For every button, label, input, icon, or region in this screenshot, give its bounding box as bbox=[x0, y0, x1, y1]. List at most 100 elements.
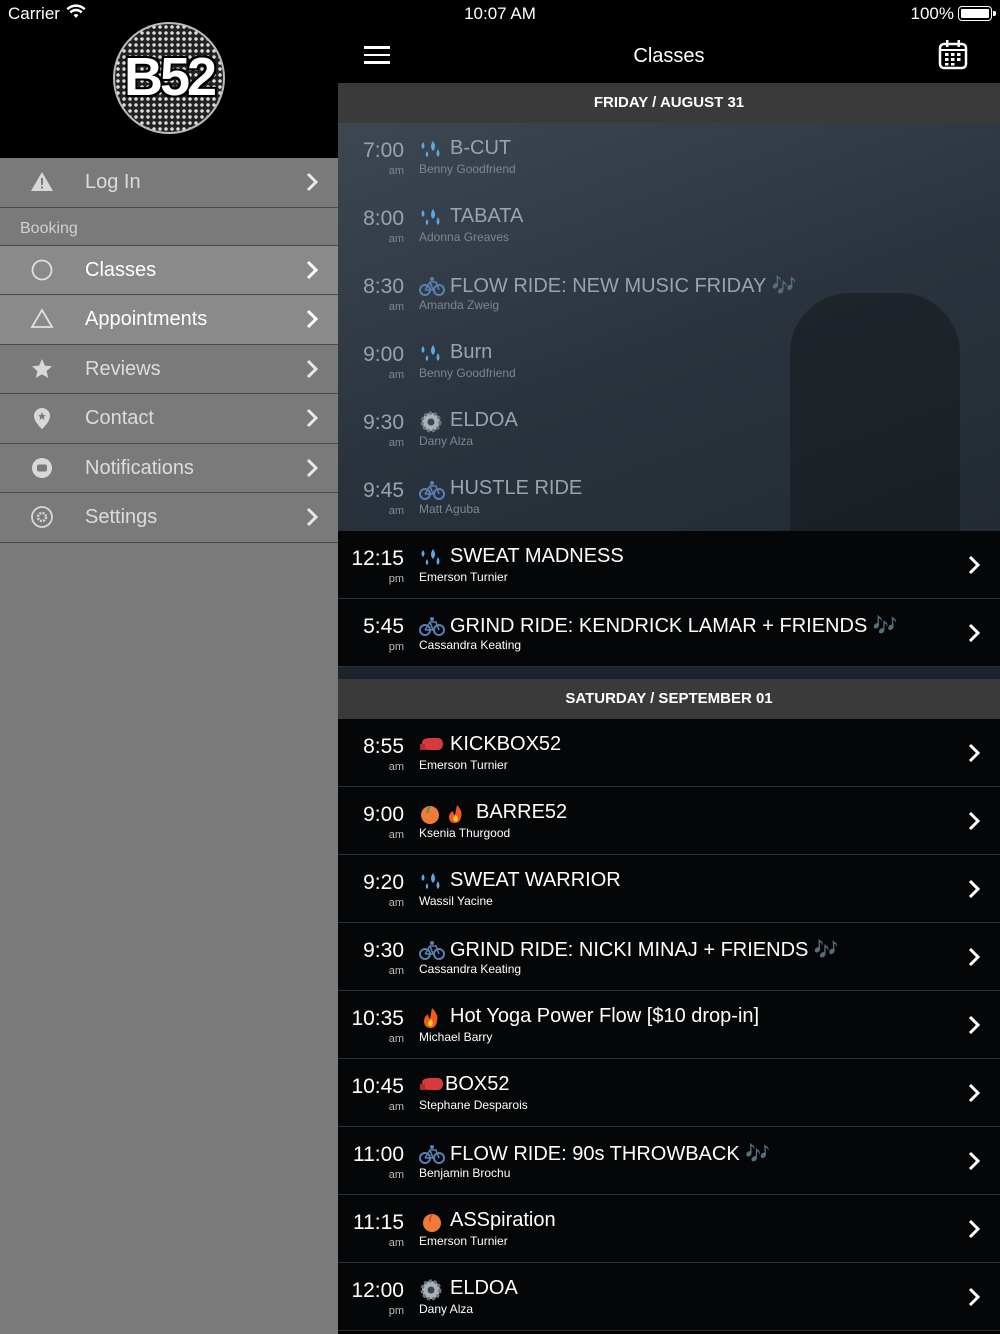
droplets-icon bbox=[419, 139, 445, 161]
sidebar-item-appointments[interactable]: Appointments bbox=[0, 295, 338, 345]
chevron-right-icon bbox=[306, 458, 318, 477]
class-title: GRIND RIDE: NICKI MINAJ + FRIENDS 🎶 bbox=[450, 939, 839, 961]
class-instructor: Dany Alza bbox=[419, 1302, 474, 1316]
class-time: 9:20 bbox=[363, 871, 404, 894]
bicycle-icon bbox=[419, 1143, 445, 1165]
class-row[interactable]: 5:45 pm GRIND RIDE: KENDRICK LAMAR + FRIEN… bbox=[338, 599, 1000, 667]
class-row: 8:00 am TABATA Adonna Greaves bbox=[338, 191, 1000, 259]
chevron-right-icon bbox=[968, 1151, 980, 1171]
class-title: HUSTLE RIDE bbox=[450, 477, 583, 499]
calendar-icon[interactable] bbox=[938, 39, 968, 70]
section-gap bbox=[338, 667, 1000, 679]
class-row: 9:45 am HUSTLE RIDE Matt Aguba bbox=[338, 463, 1000, 531]
bicycle-icon bbox=[419, 615, 445, 637]
class-instructor: Benny Goodfriend bbox=[419, 162, 516, 176]
class-ampm: am bbox=[388, 1237, 404, 1249]
location-pin-icon bbox=[34, 408, 50, 429]
peach-icon bbox=[419, 1211, 445, 1233]
class-title: GRIND RIDE: KENDRICK LAMAR + FRIENDS 🎶 bbox=[450, 615, 898, 637]
chevron-right-icon bbox=[306, 359, 318, 378]
class-title: ELDOA bbox=[450, 1277, 518, 1299]
class-title: B-CUT bbox=[450, 137, 512, 159]
chevron-right-icon bbox=[968, 1287, 980, 1307]
chat-bubble-icon bbox=[32, 457, 52, 478]
class-row[interactable]: 10:35 am Hot Yoga Power Flow [$10 drop-in]… bbox=[338, 991, 1000, 1059]
class-time: 9:30 bbox=[363, 939, 404, 962]
classes-panel: Classes FRIDAY / AUGUST 31 7:00 am B-CUT Ben… bbox=[338, 0, 1000, 1334]
boxing-glove-icon bbox=[419, 1075, 445, 1097]
sidebar-item-login[interactable]: Log In bbox=[0, 158, 338, 208]
class-ampm: am bbox=[388, 301, 404, 313]
class-instructor: Michael Barry bbox=[419, 1030, 493, 1044]
sidebar-item-label: Notifications bbox=[85, 456, 194, 479]
class-ampm: am bbox=[388, 165, 404, 177]
class-instructor: Benny Goodfriend bbox=[419, 366, 516, 380]
sidebar-item-notifications[interactable]: Notifications bbox=[0, 443, 338, 493]
bicycle-icon bbox=[419, 939, 445, 961]
class-instructor: Dany Alza bbox=[419, 434, 474, 448]
sidebar-item-contact[interactable]: Contact bbox=[0, 394, 338, 444]
chevron-right-icon bbox=[968, 623, 980, 643]
class-instructor: Emerson Turnier bbox=[419, 758, 508, 772]
battery-icon bbox=[958, 6, 996, 21]
chevron-right-icon bbox=[306, 309, 318, 329]
class-ampm: am bbox=[388, 437, 404, 449]
sidebar-item-classes[interactable]: Classes bbox=[0, 245, 338, 295]
chevron-right-icon bbox=[306, 408, 318, 428]
class-ampm: am bbox=[388, 505, 404, 517]
class-title: KICKBOX52 bbox=[450, 733, 562, 755]
class-instructor: Matt Aguba bbox=[419, 502, 480, 516]
class-row[interactable]: 11:15 am ASSpiration Emerson Turnier bbox=[338, 1195, 1000, 1263]
sidebar-item-label: Contact bbox=[85, 407, 154, 429]
chevron-right-icon bbox=[968, 1015, 980, 1035]
day-header: SATURDAY / SEPTEMBER 01 bbox=[338, 679, 1000, 719]
class-row[interactable]: 12:15 pm SWEAT MADNESS Emerson Turnier bbox=[338, 531, 1000, 599]
chevron-right-icon bbox=[968, 1083, 980, 1103]
class-row[interactable]: 9:20 am SWEAT WARRIOR Wassil Yacine bbox=[338, 855, 1000, 923]
sidebar-item-label: Reviews bbox=[85, 357, 161, 380]
class-title: Hot Yoga Power Flow [$10 drop-in] bbox=[450, 1005, 760, 1027]
class-instructor: Cassandra Keating bbox=[419, 962, 522, 976]
class-ampm: pm bbox=[388, 1305, 404, 1317]
sidebar-item-reviews[interactable]: Reviews bbox=[0, 344, 338, 394]
chevron-right-icon bbox=[306, 507, 318, 527]
class-row[interactable]: 9:30 am GRIND RIDE: NICKI MINAJ + FRIENDS … bbox=[338, 923, 1000, 991]
class-ampm: am bbox=[388, 897, 404, 909]
navbar: Classes bbox=[338, 28, 1000, 83]
class-time: 10:35 bbox=[351, 1007, 404, 1030]
class-time: 8:00 bbox=[363, 207, 404, 230]
class-instructor: Cassandra Keating bbox=[419, 638, 522, 652]
class-row[interactable]: 8:55 am KICKBOX52 Emerson Turnier bbox=[338, 719, 1000, 787]
class-instructor: Emerson Turnier bbox=[419, 570, 508, 584]
star-icon bbox=[32, 358, 52, 378]
class-ampm: am bbox=[388, 761, 404, 773]
class-instructor: Adonna Greaves bbox=[419, 230, 510, 244]
class-time: 9:45 bbox=[363, 479, 404, 502]
gear-emoji-icon bbox=[419, 411, 445, 433]
class-instructor: Amanda Zweig bbox=[419, 298, 500, 312]
chevron-right-icon bbox=[968, 1219, 980, 1239]
class-time: 7:00 bbox=[363, 139, 404, 162]
class-row: 9:30 am ELDOA Dany Alza bbox=[338, 395, 1000, 463]
class-title: ELDOA bbox=[450, 409, 518, 431]
class-ampm: am bbox=[388, 829, 404, 841]
class-ampm: am bbox=[388, 1033, 404, 1045]
class-row[interactable]: 9:00 am BARRE52 Ksenia Thurgood bbox=[338, 787, 1000, 855]
sidebar-item-settings[interactable]: Settings bbox=[0, 493, 338, 543]
class-time: 9:30 bbox=[363, 411, 404, 434]
class-instructor: Emerson Turnier bbox=[419, 1234, 508, 1248]
class-time: 10:45 bbox=[351, 1075, 404, 1098]
class-ampm: am bbox=[388, 233, 404, 245]
class-row[interactable]: 10:45 am BOX52 Stephane Desparois bbox=[338, 1059, 1000, 1127]
class-row[interactable]: 11:00 am FLOW RIDE: 90s THROWBACK 🎶 Benjami… bbox=[338, 1127, 1000, 1195]
class-ampm: pm bbox=[388, 573, 404, 585]
class-title: Burn bbox=[450, 341, 493, 363]
day-header: FRIDAY / AUGUST 31 bbox=[338, 83, 1000, 123]
class-title: BOX52 bbox=[445, 1073, 510, 1095]
logo-text: B52 bbox=[123, 47, 217, 107]
chevron-right-icon bbox=[306, 172, 318, 192]
boxing-glove-icon bbox=[419, 735, 445, 757]
class-row[interactable]: 12:00 pm ELDOA Dany Alza bbox=[338, 1263, 1000, 1331]
class-title: SWEAT MADNESS bbox=[450, 545, 624, 567]
class-time: 5:45 bbox=[363, 615, 404, 638]
